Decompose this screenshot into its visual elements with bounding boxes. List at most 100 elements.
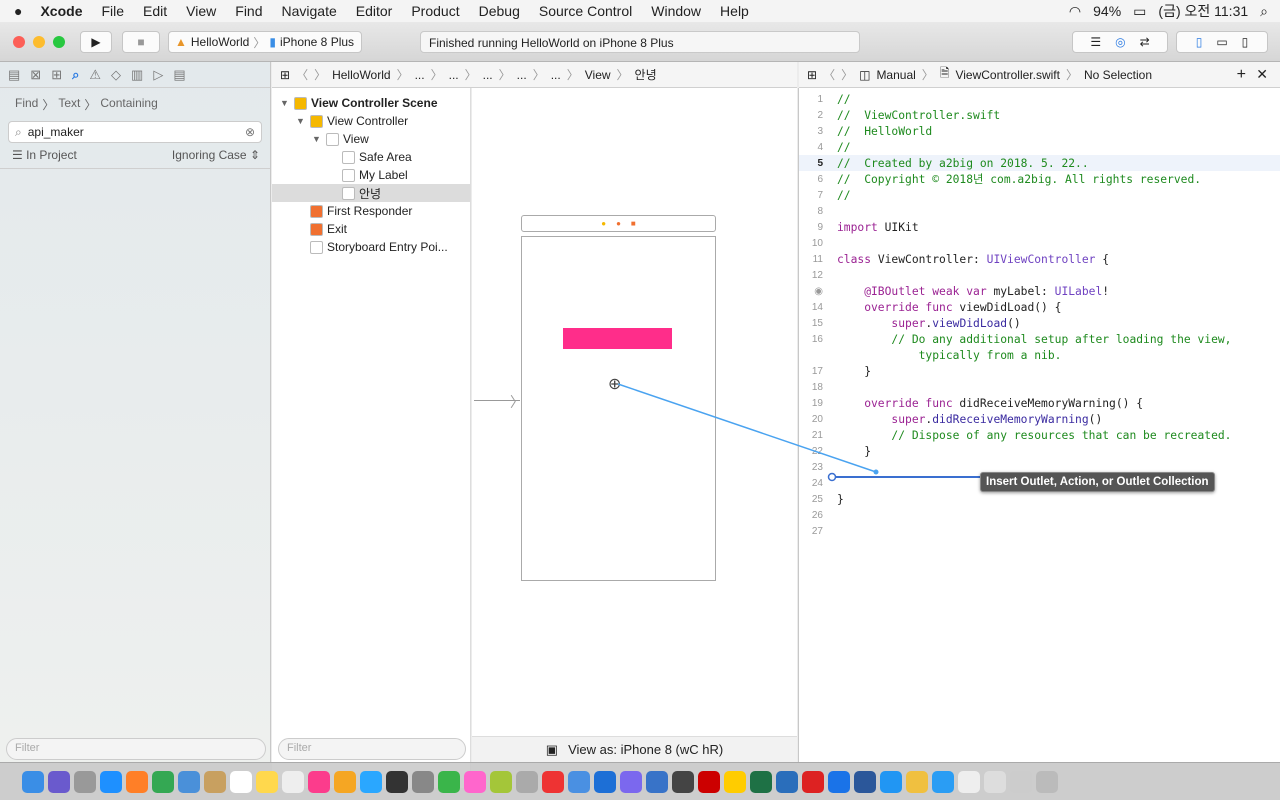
clock[interactable]: (금) 오전 11:31 xyxy=(1158,1,1248,21)
menu-navigate[interactable]: Navigate xyxy=(282,3,337,19)
spotlight-icon[interactable]: ⌕ xyxy=(1260,3,1268,20)
dock-app-icon[interactable] xyxy=(386,770,408,793)
code-line[interactable]: 1 // xyxy=(799,91,1280,107)
scene-dock[interactable]: ● ● ■ xyxy=(521,215,716,232)
code-line[interactable]: 17 } xyxy=(799,363,1280,379)
disclosure-triangle-icon[interactable]: ▼ xyxy=(312,134,322,144)
scope-selector[interactable]: ☰ In Project xyxy=(12,148,77,162)
dock-app-icon[interactable] xyxy=(932,770,954,793)
dock-app-icon[interactable] xyxy=(152,770,174,793)
search-field[interactable]: ⌕ api_maker ⊗ xyxy=(8,121,262,143)
dock-app-icon[interactable] xyxy=(360,770,382,793)
dock-app-icon[interactable] xyxy=(22,770,44,793)
forward-icon[interactable]: 〉 xyxy=(314,66,326,83)
menu-find[interactable]: Find xyxy=(235,3,262,19)
outline-item[interactable]: My Label xyxy=(272,166,470,184)
dock-app-icon[interactable] xyxy=(958,770,980,793)
outline-item[interactable]: First Responder xyxy=(272,202,470,220)
jump-bar-item[interactable]: 안녕 xyxy=(635,66,657,83)
menu-source-control[interactable]: Source Control xyxy=(539,3,632,19)
find-type[interactable]: Text xyxy=(58,96,80,113)
code-line[interactable]: 5 // Created by a2big on 2018. 5. 22.. xyxy=(799,155,1280,171)
dock-app-icon[interactable] xyxy=(776,770,798,793)
outline-toggle-icon[interactable]: ▣ xyxy=(546,742,558,758)
menu-edit[interactable]: Edit xyxy=(143,3,167,19)
apple-icon[interactable]: ● xyxy=(14,3,22,19)
code-line[interactable]: 4 // xyxy=(799,139,1280,155)
dock-app-icon[interactable] xyxy=(724,770,746,793)
source-editor[interactable]: 1 // 2 // ViewController.swift 3 // HelloWorl… xyxy=(798,88,1280,762)
code-line[interactable]: 11 class ViewController: UIViewController… xyxy=(799,251,1280,267)
breakpoint-navigator-icon[interactable]: ▷ xyxy=(153,67,163,83)
jump-bar-item[interactable]: ... xyxy=(483,68,493,82)
dock-app-icon[interactable] xyxy=(490,770,512,793)
dock-app-icon[interactable] xyxy=(282,770,304,793)
dock-app-icon[interactable] xyxy=(880,770,902,793)
view-controller-view[interactable] xyxy=(521,236,716,581)
code-line[interactable]: 15 super. viewDidLoad() xyxy=(799,315,1280,331)
search-input[interactable]: api_maker xyxy=(28,125,239,139)
dock-app-icon[interactable] xyxy=(412,770,434,793)
dock-app-icon[interactable] xyxy=(334,770,356,793)
symbol-selection[interactable]: No Selection xyxy=(1084,68,1152,82)
dock-app-icon[interactable] xyxy=(542,770,564,793)
close-editor-icon[interactable]: ✕ xyxy=(1256,66,1268,83)
navigator-filter[interactable]: Filter xyxy=(6,738,266,760)
dock-app-icon[interactable] xyxy=(256,770,278,793)
stop-button[interactable]: ■ xyxy=(122,31,160,53)
dock-app-icon[interactable] xyxy=(126,770,148,793)
dock-app-icon[interactable] xyxy=(828,770,850,793)
outline-item[interactable]: Exit xyxy=(272,220,470,238)
file-name[interactable]: ViewController.swift xyxy=(955,68,1059,82)
back-icon[interactable]: 〈 xyxy=(823,66,835,83)
disclosure-triangle-icon[interactable]: ▼ xyxy=(280,98,290,108)
dock-app-icon[interactable] xyxy=(906,770,928,793)
clear-search-icon[interactable]: ⊗ xyxy=(245,125,255,139)
jump-bar-item[interactable]: View xyxy=(585,68,611,82)
code-line[interactable]: 18 xyxy=(799,379,1280,395)
dock-app-icon[interactable] xyxy=(516,770,538,793)
first-responder-icon[interactable]: ● xyxy=(616,219,621,228)
code-line[interactable]: 14 override func viewDidLoad() { xyxy=(799,299,1280,315)
code-line[interactable]: 27 xyxy=(799,523,1280,539)
menu-file[interactable]: File xyxy=(101,3,124,19)
dock-app-icon[interactable] xyxy=(100,770,122,793)
code-line[interactable]: 16 // Do any additional setup after load… xyxy=(799,331,1280,347)
related-items-icon[interactable]: ⊞ xyxy=(807,68,817,82)
code-line[interactable]: 20 super. didReceiveMemoryWarning() xyxy=(799,411,1280,427)
outline-filter[interactable]: Filter xyxy=(278,738,466,760)
source-control-icon[interactable]: ⊠ xyxy=(30,67,41,83)
menu-view[interactable]: View xyxy=(186,3,216,19)
find-match[interactable]: Containing xyxy=(100,96,157,113)
wifi-icon[interactable]: ◠ xyxy=(1069,3,1081,20)
code-line[interactable]: 21 // Dispose of any resources that can … xyxy=(799,427,1280,443)
view-toggle-group[interactable]: ▯ ▭ ▯ xyxy=(1176,31,1268,53)
code-line[interactable]: typically from a nib. xyxy=(799,347,1280,363)
dock-app-icon[interactable] xyxy=(464,770,486,793)
editor-mode-group[interactable]: ☰ ◎ ⇄ xyxy=(1072,31,1168,53)
jump-bar-item[interactable]: ... xyxy=(449,68,459,82)
dock-app-icon[interactable] xyxy=(750,770,772,793)
code-line[interactable]: 7 // xyxy=(799,187,1280,203)
navigator-toggle-icon[interactable]: ▯ xyxy=(1196,35,1203,49)
related-items-icon[interactable]: ⊞ xyxy=(280,68,290,82)
menu-window[interactable]: Window xyxy=(651,3,701,19)
view-controller-icon[interactable]: ● xyxy=(601,219,606,228)
code-line[interactable]: 19 override func didReceiveMemoryWarning… xyxy=(799,395,1280,411)
minimize-window-button[interactable] xyxy=(33,36,45,48)
code-line[interactable]: 10 xyxy=(799,235,1280,251)
dock-app-icon[interactable] xyxy=(594,770,616,793)
utilities-toggle-icon[interactable]: ▯ xyxy=(1242,35,1249,49)
exit-icon[interactable]: ■ xyxy=(631,219,636,228)
menu-editor[interactable]: Editor xyxy=(356,3,393,19)
button-hello[interactable]: ⊕ xyxy=(608,374,621,394)
jump-bar-item[interactable]: ... xyxy=(415,68,425,82)
battery-level[interactable]: 94% xyxy=(1093,3,1121,19)
code-line[interactable]: 12 xyxy=(799,267,1280,283)
version-editor-icon[interactable]: ⇄ xyxy=(1140,35,1150,49)
dock-app-icon[interactable] xyxy=(854,770,876,793)
dock-app-icon[interactable] xyxy=(48,770,70,793)
dock-app-icon[interactable] xyxy=(230,770,252,793)
code-line[interactable]: 9 import UIKit xyxy=(799,219,1280,235)
dock-app-icon[interactable] xyxy=(568,770,590,793)
